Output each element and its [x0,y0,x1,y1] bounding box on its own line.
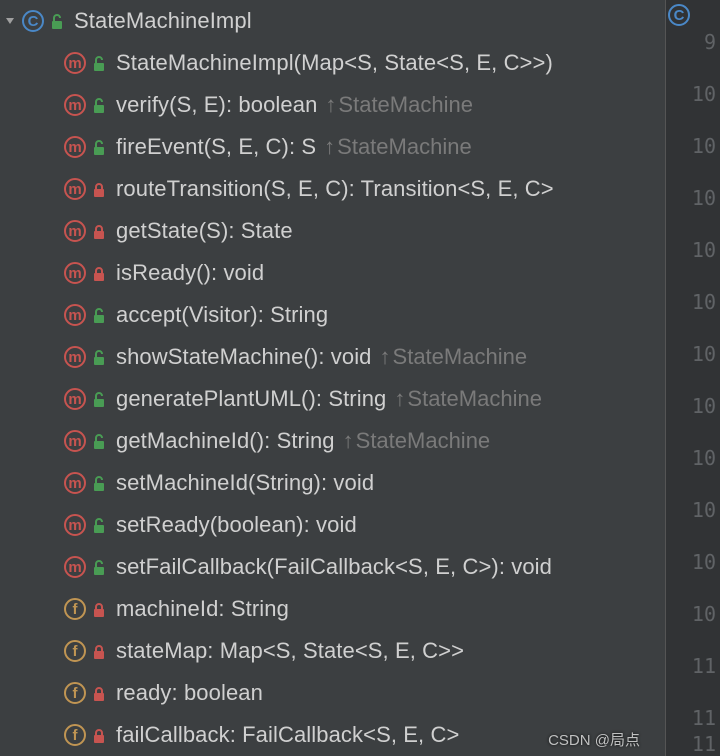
method-row[interactable]: m verify(S, E): boolean StateMachine [0,84,665,126]
private-access-icon [92,600,106,618]
method-row[interactable]: m setMachineId(String): void [0,462,665,504]
private-access-icon [92,642,106,660]
method-badge-icon: m [64,514,86,536]
method-badge-icon: m [64,262,86,284]
method-badge-icon: m [64,556,86,578]
inherited-from-label: StateMachine [343,428,491,454]
public-access-icon [92,558,106,576]
private-access-icon [92,684,106,702]
method-row[interactable]: m getState(S): State [0,210,665,252]
line-number: 11 [692,706,716,730]
member-signature: machineId: String [116,596,289,622]
member-signature: showStateMachine(): void [116,344,372,370]
inherited-from-label: StateMachine [394,386,542,412]
method-badge-icon: m [64,94,86,116]
structure-tree[interactable]: C StateMachineImpl m StateMachineImpl(Map… [0,0,665,756]
method-row[interactable]: m routeTransition(S, E, C): Transition<S,… [0,168,665,210]
field-row[interactable]: f ready: boolean [0,672,665,714]
line-number: 10 [692,498,716,522]
private-access-icon [92,222,106,240]
field-badge-icon: f [64,682,86,704]
method-badge-icon: m [64,430,86,452]
class-badge-icon: C [22,10,44,32]
member-signature: ready: boolean [116,680,263,706]
field-badge-icon: f [64,640,86,662]
field-row[interactable]: f stateMap: Map<S, State<S, E, C>> [0,630,665,672]
inherited-from-label: StateMachine [380,344,528,370]
line-number: 10 [692,186,716,210]
method-badge-icon: m [64,304,86,326]
public-access-icon [92,138,106,156]
method-badge-icon: m [64,472,86,494]
line-number: 10 [692,82,716,106]
member-signature: routeTransition(S, E, C): Transition<S, … [116,176,554,202]
private-access-icon [92,726,106,744]
public-access-icon [92,474,106,492]
method-badge-icon: m [64,136,86,158]
public-access-icon [50,12,64,30]
line-number: 11 [692,654,716,678]
method-badge-icon: m [64,52,86,74]
line-number: 9 [704,30,716,54]
collapse-arrow-icon[interactable] [0,15,20,27]
line-number: 10 [692,134,716,158]
member-signature: fireEvent(S, E, C): S [116,134,316,160]
line-number: 10 [692,446,716,470]
editor-gutter: C 91010101010101010101010111111 [665,0,720,756]
member-signature: accept(Visitor): String [116,302,328,328]
private-access-icon [92,180,106,198]
member-signature: StateMachineImpl(Map<S, State<S, E, C>>) [116,50,553,76]
line-number: 10 [692,238,716,262]
line-number: 10 [692,342,716,366]
class-header-row[interactable]: C StateMachineImpl [0,0,665,42]
line-number: 11 [692,732,716,756]
member-signature: setReady(boolean): void [116,512,357,538]
class-name-label: StateMachineImpl [74,8,252,34]
private-access-icon [92,264,106,282]
method-badge-icon: m [64,220,86,242]
method-row[interactable]: m getMachineId(): String StateMachine [0,420,665,462]
field-row[interactable]: f machineId: String [0,588,665,630]
public-access-icon [92,432,106,450]
method-row[interactable]: m isReady(): void [0,252,665,294]
method-row[interactable]: m showStateMachine(): void StateMachine [0,336,665,378]
member-signature: verify(S, E): boolean [116,92,317,118]
public-access-icon [92,306,106,324]
method-row[interactable]: m setFailCallback(FailCallback<S, E, C>):… [0,546,665,588]
inherited-from-label: StateMachine [324,134,472,160]
method-badge-icon: m [64,346,86,368]
member-signature: isReady(): void [116,260,264,286]
field-badge-icon: f [64,598,86,620]
watermark-text: CSDN @局点 [548,729,640,750]
method-row[interactable]: m setReady(boolean): void [0,504,665,546]
inherited-from-label: StateMachine [325,92,473,118]
class-badge-icon: C [668,4,696,26]
public-access-icon [92,54,106,72]
method-badge-icon: m [64,388,86,410]
line-number: 10 [692,394,716,418]
method-badge-icon: m [64,178,86,200]
field-badge-icon: f [64,724,86,746]
line-number: 10 [692,290,716,314]
method-row[interactable]: m StateMachineImpl(Map<S, State<S, E, C>>… [0,42,665,84]
method-row[interactable]: m generatePlantUML(): String StateMachine [0,378,665,420]
method-row[interactable]: m fireEvent(S, E, C): S StateMachine [0,126,665,168]
member-signature: generatePlantUML(): String [116,386,386,412]
member-signature: setFailCallback(FailCallback<S, E, C>): … [116,554,552,580]
line-number: 10 [692,602,716,626]
public-access-icon [92,348,106,366]
method-row[interactable]: m accept(Visitor): String [0,294,665,336]
member-signature: getState(S): State [116,218,293,244]
public-access-icon [92,516,106,534]
line-number: 10 [692,550,716,574]
member-signature: getMachineId(): String [116,428,335,454]
public-access-icon [92,96,106,114]
member-signature: stateMap: Map<S, State<S, E, C>> [116,638,464,664]
public-access-icon [92,390,106,408]
member-signature: failCallback: FailCallback<S, E, C> [116,722,459,748]
member-signature: setMachineId(String): void [116,470,374,496]
